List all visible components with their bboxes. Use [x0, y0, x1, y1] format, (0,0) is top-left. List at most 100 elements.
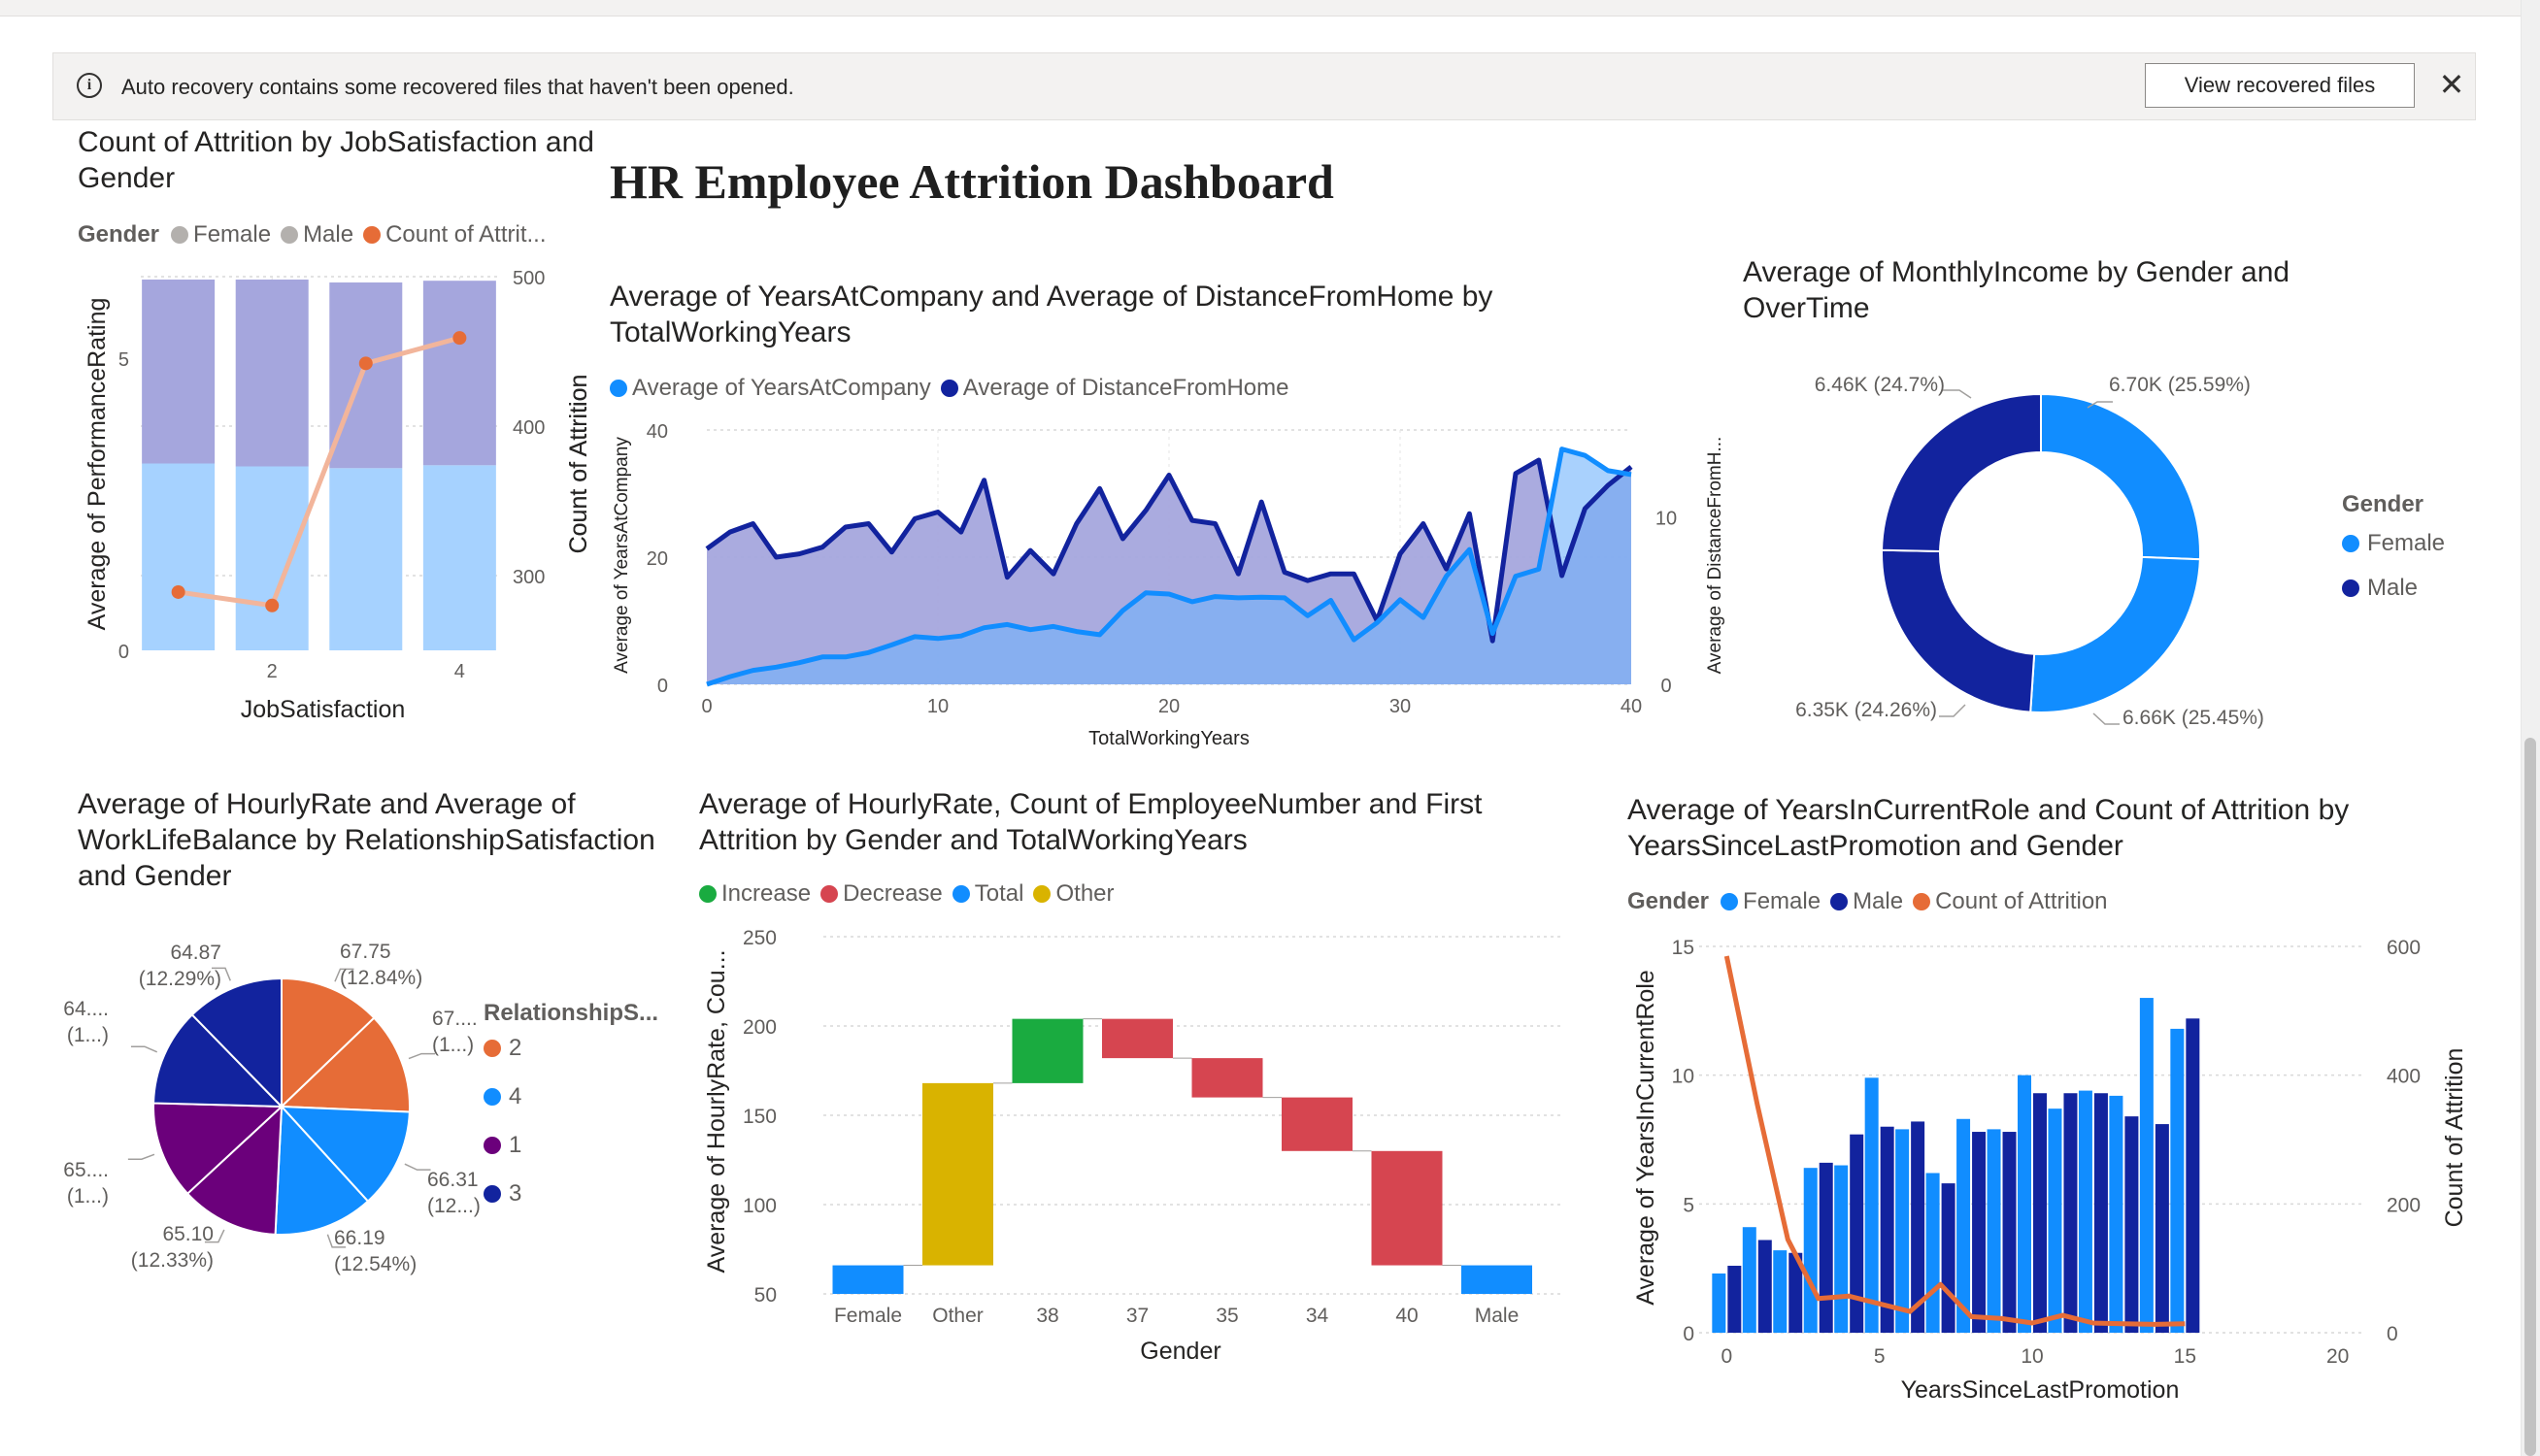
legend-dot-icon: [484, 1040, 501, 1057]
chart4-legend-3[interactable]: 3: [484, 1180, 658, 1208]
ytick: 40: [647, 421, 668, 443]
legend-dot-icon: [699, 885, 717, 903]
chart2-legend-distance[interactable]: Average of DistanceFromHome: [940, 375, 1288, 402]
waterfall-bar: [1282, 1097, 1353, 1151]
ytick: 15: [1672, 937, 1694, 959]
point-attrition: [265, 598, 280, 612]
point-attrition: [171, 584, 185, 599]
y2axis-label: Average of DistanceFromH...: [1705, 437, 1725, 675]
y2tick: 300: [513, 567, 545, 588]
leader-line: [130, 1045, 158, 1053]
xtick: Other: [932, 1305, 984, 1327]
view-recovered-files-button[interactable]: View recovered files: [2145, 63, 2415, 108]
leader-line: [404, 1163, 431, 1171]
waterfall-bar: [1371, 1150, 1443, 1266]
scrollbar-thumb[interactable]: [2524, 738, 2536, 1456]
legend-dot-icon: [1033, 885, 1052, 903]
chart4-legend-4[interactable]: 4: [484, 1083, 658, 1110]
slice-label: 6.70K (25.59%): [2109, 374, 2251, 396]
legend-dot-icon: [484, 1137, 501, 1154]
bar-female: [1925, 1173, 1940, 1333]
xaxis-label: JobSatisfaction: [241, 696, 406, 723]
legend-dot-icon: [952, 885, 970, 903]
chart3-plot[interactable]: 6.70K (25.59%) 6.66K (25.45%) 6.35K (24.26…: [0, 0, 2540, 1456]
chart5-title: Average of HourlyRate, Count of Employee…: [699, 788, 1483, 856]
xtick: 40: [1621, 696, 1642, 717]
chart3-legend-female[interactable]: Female: [2342, 530, 2445, 557]
legend-dot-icon: [2342, 579, 2359, 597]
chart3-legend-male[interactable]: Male: [2342, 575, 2445, 602]
slice-value-label: 65....: [63, 1159, 109, 1181]
bar-male: [1911, 1121, 1925, 1333]
xtick: 37: [1126, 1305, 1149, 1327]
chart2-plot[interactable]: 020400100 10 20 30 40TotalWorkingYearsAverag…: [0, 0, 2540, 1456]
ytick: 0: [657, 676, 668, 697]
chart1-plot[interactable]: 053004005002 4JobSatisfactionAverage of P…: [0, 0, 2540, 1456]
ytick: 150: [743, 1106, 777, 1128]
chart5-legend-increase[interactable]: Increase: [699, 880, 811, 908]
donut-slice: [2040, 392, 2201, 561]
chart4-legend-title: RelationshipS...: [484, 1000, 659, 1026]
chart3-legend: Gender Female Male: [2342, 491, 2445, 602]
pie-slice: [190, 976, 283, 1109]
chart3-title: Average of MonthlyIncome by Gender and O…: [1743, 256, 2290, 324]
chart4-legend-2[interactable]: 2: [484, 1035, 658, 1062]
chart6-legend-attrition[interactable]: Count of Attrition: [1913, 888, 2108, 915]
waterfall-bar: [1012, 1018, 1084, 1083]
area-distance: [707, 460, 1631, 684]
bar-male: [1727, 1266, 1742, 1333]
waterfall-bar: [922, 1082, 993, 1266]
point-attrition: [358, 356, 373, 371]
bar-female: [1834, 1165, 1849, 1333]
bar-female: [2018, 1075, 2031, 1333]
y2tick: 0: [1660, 676, 1671, 697]
chart4-plot[interactable]: 67.75 (12.84%) 67.... (1...) 66.31 (12...) 66.…: [0, 0, 2540, 1456]
chart1-legend-attrition[interactable]: Count of Attrit...: [363, 221, 547, 248]
slice-percent-label: (1...): [67, 1185, 109, 1208]
chart5-plot[interactable]: Female Other 38 37 35 34 40 Male50100150200250G…: [0, 0, 2540, 1456]
ytick: 200: [743, 1016, 777, 1039]
bar-male: [2093, 1093, 2108, 1333]
bar-male: [2063, 1093, 2078, 1333]
area-years: [707, 448, 1631, 684]
donut-slice: [1881, 548, 2036, 713]
y2tick: 200: [2387, 1194, 2421, 1216]
chart1-legend-male[interactable]: Male: [281, 221, 353, 248]
chart5-legend-total[interactable]: Total: [952, 880, 1023, 908]
pie-slice: [152, 1102, 284, 1196]
bar-male: [2155, 1124, 2169, 1333]
chart2-legend-years[interactable]: Average of YearsAtCompany: [610, 375, 931, 402]
chart6-legend-female[interactable]: Female: [1721, 888, 1821, 915]
waterfall-bar: [1191, 1058, 1263, 1098]
yaxis-label: Average of YearsInCurrentRole: [1632, 970, 1659, 1306]
leader-line: [326, 1234, 347, 1248]
chart5-legend-other[interactable]: Other: [1033, 880, 1115, 908]
slice-percent-label: (12.33%): [131, 1249, 214, 1272]
leader-line: [1939, 704, 1966, 717]
legend-dot-icon: [1913, 893, 1931, 910]
chart1-legend-female[interactable]: Female: [171, 221, 271, 248]
close-icon[interactable]: ✕: [2434, 67, 2469, 102]
chart1-legend-title: Gender: [78, 221, 160, 248]
slice-percent-label: (12.84%): [340, 967, 422, 989]
bar-female: [2170, 1028, 2185, 1333]
slice-value-label: 67....: [432, 1008, 478, 1030]
chart6-legend-male[interactable]: Male: [1830, 888, 1903, 915]
bar-male: [1788, 1252, 1803, 1333]
chart1-legend: Gender Female Male Count of Attrit...: [78, 221, 556, 248]
slice-percent-label: (12.29%): [139, 968, 221, 990]
legend-dot-icon: [363, 226, 382, 244]
ytick: 100: [743, 1195, 777, 1217]
xtick: 2: [267, 661, 278, 682]
chart5-legend-decrease[interactable]: Decrease: [820, 880, 943, 908]
slice-percent-label: (1...): [67, 1024, 109, 1046]
xtick: 10: [2021, 1345, 2043, 1368]
xtick: 0: [701, 696, 712, 717]
chart6-plot[interactable]: 05101502004006000 5 10 15 20YearsSinceLastPr…: [0, 0, 2540, 1456]
chart4-legend-1[interactable]: 1: [484, 1132, 658, 1159]
bar-male: [2186, 1018, 2200, 1333]
xaxis-label: Gender: [1140, 1338, 1220, 1365]
slice-label: 6.66K (25.45%): [2122, 707, 2264, 729]
bar-female: [235, 466, 309, 650]
yaxis-label: Average of HourlyRate, Cou...: [703, 949, 730, 1273]
